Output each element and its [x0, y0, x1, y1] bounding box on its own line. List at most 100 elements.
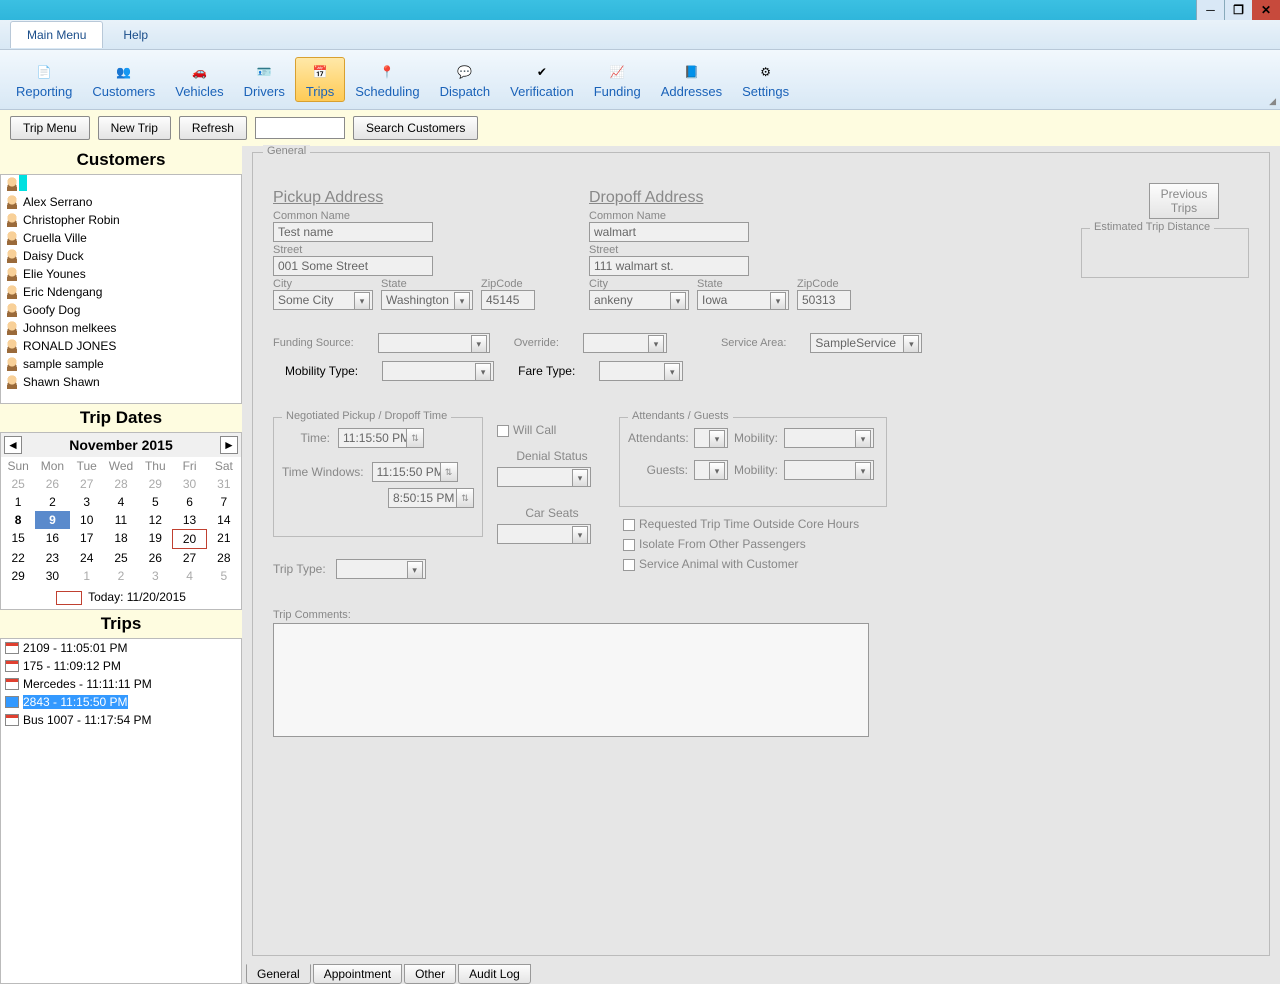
isolate-passengers-checkbox[interactable] [623, 539, 635, 551]
calendar-day[interactable]: 7 [207, 493, 241, 511]
calendar-day[interactable]: 11 [104, 511, 138, 529]
calendar-day[interactable]: 26 [35, 475, 69, 493]
trip-menu-button[interactable]: Trip Menu [10, 116, 90, 140]
funding-source-select[interactable] [378, 333, 490, 353]
pickup-zip-input[interactable]: 45145 [481, 290, 535, 310]
trip-item[interactable]: Mercedes - 11:11:11 PM [1, 675, 241, 693]
calendar-day[interactable]: 25 [1, 475, 35, 493]
calendar-day[interactable]: 6 [172, 493, 206, 511]
calendar-day[interactable]: 18 [104, 529, 138, 549]
calendar-next-button[interactable]: ► [220, 436, 238, 454]
toolbar-funding[interactable]: 📈Funding [584, 58, 651, 101]
time-window-2-input[interactable]: 8:50:15 PM [388, 488, 474, 508]
calendar-day[interactable]: 19 [138, 529, 172, 549]
new-trip-button[interactable]: New Trip [98, 116, 171, 140]
guests-mobility-select[interactable] [784, 460, 874, 480]
search-input[interactable] [255, 117, 345, 139]
calendar-day[interactable]: 27 [70, 475, 104, 493]
fare-type-select[interactable] [599, 361, 683, 381]
calendar-day[interactable]: 5 [138, 493, 172, 511]
toolbar-vehicles[interactable]: 🚗Vehicles [165, 58, 233, 101]
pickup-street-input[interactable]: 001 Some Street [273, 256, 433, 276]
calendar-day[interactable]: 14 [207, 511, 241, 529]
calendar-day[interactable]: 31 [207, 475, 241, 493]
calendar-day[interactable]: 8 [1, 511, 35, 529]
toolbar-scheduling[interactable]: 📍Scheduling [345, 58, 429, 101]
previous-trips-button[interactable]: Previous Trips [1149, 183, 1219, 219]
calendar-today[interactable]: Today: 11/20/2015 [1, 585, 241, 609]
calendar-day[interactable]: 21 [207, 529, 241, 549]
toolbar-addresses[interactable]: 📘Addresses [651, 58, 732, 101]
bottom-tab-general[interactable]: General [246, 964, 311, 984]
customer-item[interactable]: sample sample [1, 355, 241, 373]
calendar-day[interactable]: 24 [70, 549, 104, 567]
customer-item[interactable]: Alex Serrano [1, 193, 241, 211]
calendar-day[interactable]: 2 [104, 567, 138, 585]
maximize-button[interactable]: ❐ [1224, 0, 1252, 20]
customer-item[interactable]: RONALD JONES [1, 337, 241, 355]
calendar-day[interactable]: 2 [35, 493, 69, 511]
customers-list[interactable]: Alex SerranoChristopher RobinCruella Vil… [0, 174, 242, 404]
calendar-day[interactable]: 22 [1, 549, 35, 567]
calendar-day[interactable]: 4 [104, 493, 138, 511]
outside-core-hours-checkbox[interactable] [623, 519, 635, 531]
trip-item[interactable]: Bus 1007 - 11:17:54 PM [1, 711, 241, 729]
calendar-day[interactable]: 13 [172, 511, 206, 529]
search-customers-button[interactable]: Search Customers [353, 116, 478, 140]
trip-item[interactable]: 175 - 11:09:12 PM [1, 657, 241, 675]
dropoff-state-select[interactable]: Iowa [697, 290, 789, 310]
calendar-day[interactable]: 10 [70, 511, 104, 529]
car-seats-select[interactable] [497, 524, 591, 544]
minimize-button[interactable]: ─ [1196, 0, 1224, 20]
calendar-day[interactable]: 29 [1, 567, 35, 585]
trip-type-select[interactable] [336, 559, 426, 579]
dropoff-zip-input[interactable]: 50313 [797, 290, 851, 310]
calendar-prev-button[interactable]: ◄ [4, 436, 22, 454]
menu-help[interactable]: Help [107, 22, 164, 48]
customer-item[interactable]: Christopher Robin [1, 211, 241, 229]
dropoff-street-input[interactable]: 111 walmart st. [589, 256, 749, 276]
denial-status-select[interactable] [497, 467, 591, 487]
calendar-day[interactable]: 5 [207, 567, 241, 585]
pickup-city-select[interactable]: Some City [273, 290, 373, 310]
bottom-tab-appointment[interactable]: Appointment [313, 964, 402, 984]
trip-item[interactable]: 2109 - 11:05:01 PM [1, 639, 241, 657]
refresh-button[interactable]: Refresh [179, 116, 247, 140]
customer-item[interactable]: Daisy Duck [1, 247, 241, 265]
trips-list[interactable]: 2109 - 11:05:01 PM175 - 11:09:12 PMMerce… [0, 638, 242, 984]
calendar-day[interactable]: 4 [172, 567, 206, 585]
toolbar-reporting[interactable]: 📄Reporting [6, 58, 82, 101]
calendar-day[interactable]: 15 [1, 529, 35, 549]
menu-main[interactable]: Main Menu [10, 21, 103, 48]
service-animal-checkbox[interactable] [623, 559, 635, 571]
service-area-select[interactable]: SampleService [810, 333, 922, 353]
bottom-tab-audit-log[interactable]: Audit Log [458, 964, 531, 984]
attendants-select[interactable] [694, 428, 728, 448]
calendar-day[interactable]: 1 [70, 567, 104, 585]
pickup-common-input[interactable]: Test name [273, 222, 433, 242]
calendar-day[interactable]: 3 [70, 493, 104, 511]
customer-item[interactable] [1, 175, 241, 193]
customer-item[interactable]: Shawn Shawn [1, 373, 241, 391]
bottom-tab-other[interactable]: Other [404, 964, 456, 984]
close-button[interactable]: ✕ [1252, 0, 1280, 20]
guests-select[interactable] [694, 460, 728, 480]
time-window-1-input[interactable]: 11:15:50 PM [372, 462, 458, 482]
calendar-day[interactable]: 9 [35, 511, 69, 529]
calendar-day[interactable]: 25 [104, 549, 138, 567]
comments-textarea[interactable] [273, 623, 869, 737]
customer-item[interactable]: Cruella Ville [1, 229, 241, 247]
calendar-day[interactable]: 12 [138, 511, 172, 529]
calendar-day[interactable]: 30 [35, 567, 69, 585]
calendar-day[interactable]: 17 [70, 529, 104, 549]
dropoff-city-select[interactable]: ankeny [589, 290, 689, 310]
calendar-day[interactable]: 20 [172, 529, 206, 549]
calendar-day[interactable]: 29 [138, 475, 172, 493]
calendar-day[interactable]: 16 [35, 529, 69, 549]
trip-item[interactable]: 2843 - 11:15:50 PM [1, 693, 241, 711]
willcall-checkbox[interactable] [497, 425, 509, 437]
calendar-day[interactable]: 28 [207, 549, 241, 567]
toolbar-trips[interactable]: 📅Trips [295, 57, 345, 102]
customer-item[interactable]: Goofy Dog [1, 301, 241, 319]
mobility-type-select[interactable] [382, 361, 494, 381]
